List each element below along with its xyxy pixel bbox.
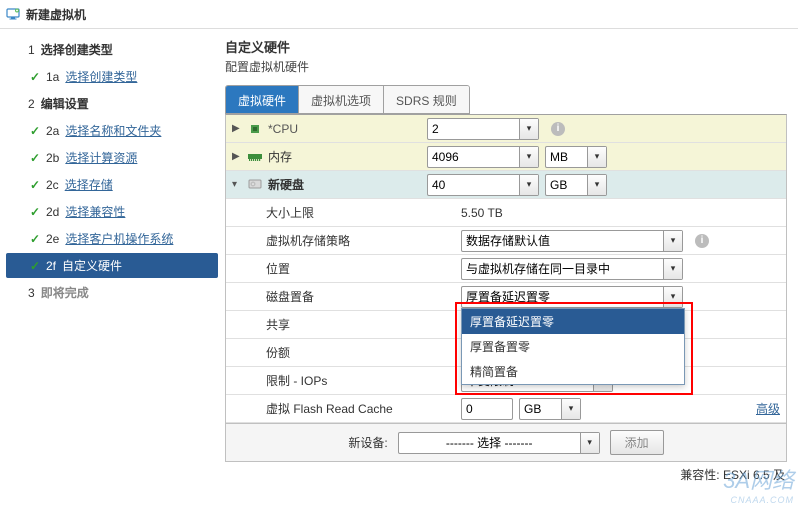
size-limit-label: 大小上限 — [266, 204, 314, 221]
storage-policy-select[interactable]: ▾ — [461, 230, 683, 252]
new-device-dropdown-button[interactable]: ▾ — [580, 433, 599, 453]
compatibility-line: 兼容性: ESXi 6.5 及 — [225, 462, 787, 483]
memory-icon — [248, 151, 262, 163]
memory-label: 内存 — [268, 148, 292, 165]
sidebar-step-2f[interactable]: ✓2f 自定义硬件 — [6, 253, 218, 278]
memory-value[interactable] — [428, 148, 519, 166]
collapse-new-disk[interactable]: ▾ — [232, 179, 242, 190]
shares-label: 份额 — [266, 344, 290, 361]
sidebar-step-1: ✓1 选择创建类型 — [6, 37, 211, 62]
tabs: 虚拟硬件 虚拟机选项 SDRS 规则 — [225, 85, 470, 114]
disk-unit[interactable] — [546, 176, 587, 194]
row-storage-policy: 虚拟机存储策略 ▾ i — [226, 227, 786, 255]
sidebar-step-1a[interactable]: ✓1a 选择创建类型 — [6, 64, 211, 89]
sidebar-step-2d[interactable]: ✓2d 选择兼容性 — [6, 199, 211, 224]
main-panel: 自定义硬件 配置虚拟机硬件 虚拟硬件 虚拟机选项 SDRS 规则 ▶ *CPU — [211, 29, 798, 515]
page-subtitle: 配置虚拟机硬件 — [225, 58, 788, 75]
disk-provisioning-label: 磁盘置备 — [266, 288, 314, 305]
wizard-sidebar: ✓1 选择创建类型 ✓1a 选择创建类型 ✓2 编辑设置 ✓2a 选择名称和文件… — [0, 29, 211, 515]
window-titlebar: 新建虚拟机 — [0, 0, 798, 29]
cpu-select[interactable]: ▾ — [427, 118, 539, 140]
row-flash-read-cache: 虚拟 Flash Read Cache ▾ 高级 — [226, 395, 786, 423]
tab-sdrs-rules[interactable]: SDRS 规则 — [384, 86, 469, 113]
memory-unit-dropdown-button[interactable]: ▾ — [587, 147, 606, 167]
flash-label: 虚拟 Flash Read Cache — [266, 400, 393, 417]
new-device-select[interactable]: ▾ — [398, 432, 600, 454]
disk-provisioning-dropdown-list[interactable]: 厚置备延迟置零 厚置备置零 精简置备 — [461, 308, 685, 385]
expand-cpu[interactable]: ▶ — [232, 123, 242, 134]
cpu-icon — [248, 123, 262, 135]
cpu-value[interactable] — [428, 120, 519, 138]
disk-size-input[interactable]: ▾ — [427, 174, 539, 196]
vm-icon — [6, 7, 20, 21]
sharing-label: 共享 — [266, 316, 290, 333]
flash-size-value[interactable] — [462, 400, 512, 418]
sidebar-step-2e[interactable]: ✓2e 选择客户机操作系统 — [6, 226, 211, 251]
location-value[interactable] — [462, 260, 663, 278]
tab-virtual-hardware[interactable]: 虚拟硬件 — [226, 86, 299, 113]
new-device-row: 新设备: ▾ 添加 — [225, 424, 787, 462]
sidebar-step-3: ✓3 即将完成 — [6, 280, 211, 305]
location-select[interactable]: ▾ — [461, 258, 683, 280]
provision-option-thin[interactable]: 精简置备 — [462, 359, 684, 384]
window-title: 新建虚拟机 — [26, 6, 86, 23]
size-limit-value: 5.50 TB — [461, 206, 503, 220]
sidebar-step-2b[interactable]: ✓2b 选择计算资源 — [6, 145, 211, 170]
info-icon[interactable]: i — [695, 234, 709, 248]
cpu-label: *CPU — [268, 122, 298, 136]
flash-size-input[interactable] — [461, 398, 513, 420]
sidebar-step-2: ✓2 编辑设置 — [6, 91, 211, 116]
disk-size-dropdown-button[interactable]: ▾ — [519, 175, 538, 195]
memory-unit[interactable] — [546, 148, 587, 166]
info-icon[interactable]: i — [551, 122, 565, 136]
storage-policy-value[interactable] — [462, 232, 663, 250]
add-device-button[interactable]: 添加 — [610, 430, 664, 455]
disk-unit-select[interactable]: ▾ — [545, 174, 607, 196]
flash-advanced-link[interactable]: 高级 — [756, 400, 780, 417]
flash-unit[interactable] — [520, 400, 561, 418]
page-title: 自定义硬件 — [225, 37, 788, 56]
disk-size-value[interactable] — [428, 176, 519, 194]
flash-unit-select[interactable]: ▾ — [519, 398, 581, 420]
disk-provisioning-dropdown-button[interactable]: ▾ — [663, 287, 682, 307]
new-disk-label: 新硬盘 — [268, 176, 304, 193]
storage-policy-dropdown-button[interactable]: ▾ — [663, 231, 682, 251]
new-device-label: 新设备: — [348, 434, 387, 451]
row-new-disk: ▾ 新硬盘 ▾ ▾ — [226, 171, 786, 199]
new-device-value[interactable] — [399, 434, 580, 452]
location-label: 位置 — [266, 260, 290, 277]
row-size-limit: 大小上限 5.50 TB — [226, 199, 786, 227]
flash-unit-dropdown-button[interactable]: ▾ — [561, 399, 580, 419]
sidebar-step-2c[interactable]: ✓2c 选择存储 — [6, 172, 211, 197]
expand-memory[interactable]: ▶ — [232, 151, 242, 162]
sidebar-step-2a[interactable]: ✓2a 选择名称和文件夹 — [6, 118, 211, 143]
memory-dropdown-button[interactable]: ▾ — [519, 147, 538, 167]
provision-option-thick-eager[interactable]: 厚置备置零 — [462, 334, 684, 359]
cpu-dropdown-button[interactable]: ▾ — [519, 119, 538, 139]
memory-unit-select[interactable]: ▾ — [545, 146, 607, 168]
disk-provisioning-select[interactable]: ▾ — [461, 286, 683, 308]
disk-unit-dropdown-button[interactable]: ▾ — [587, 175, 606, 195]
row-memory: ▶ 内存 ▾ ▾ — [226, 143, 786, 171]
iops-label: 限制 - IOPs — [266, 372, 327, 389]
disk-provisioning-value[interactable] — [462, 288, 663, 306]
provision-option-thick-lazy[interactable]: 厚置备延迟置零 — [462, 309, 684, 334]
row-cpu: ▶ *CPU ▾ i — [226, 115, 786, 143]
memory-input[interactable]: ▾ — [427, 146, 539, 168]
row-location: 位置 ▾ — [226, 255, 786, 283]
storage-policy-label: 虚拟机存储策略 — [266, 232, 350, 249]
tab-vm-options[interactable]: 虚拟机选项 — [299, 86, 384, 113]
disk-icon — [248, 179, 262, 191]
location-dropdown-button[interactable]: ▾ — [663, 259, 682, 279]
